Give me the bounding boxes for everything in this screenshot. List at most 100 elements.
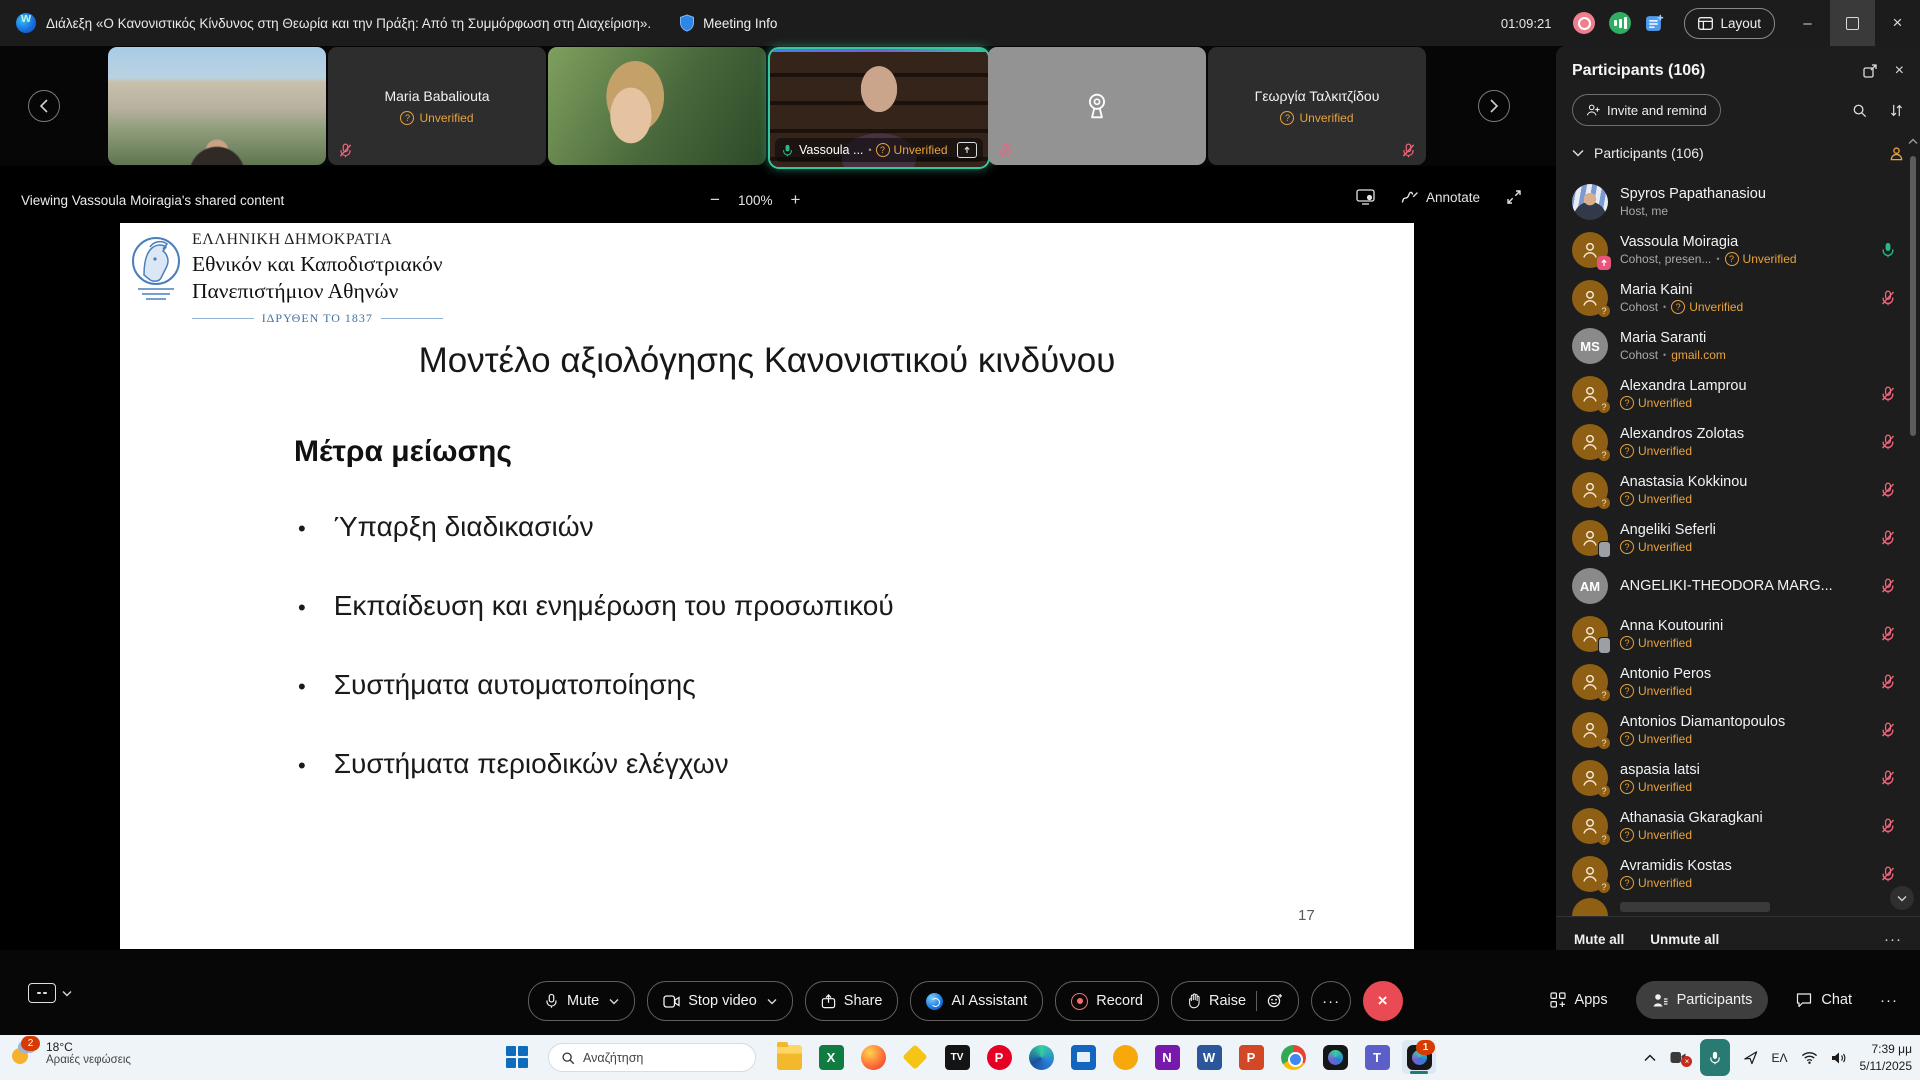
taskbar-app-edge[interactable] (1024, 1040, 1058, 1074)
unmute-all-button[interactable]: Unmute all (1650, 932, 1719, 947)
annotate-button[interactable]: Annotate (1401, 190, 1480, 205)
participants-section-header[interactable]: Participants (106) (1556, 136, 1920, 170)
invite-and-remind-button[interactable]: Invite and remind (1572, 94, 1721, 126)
reactions-smiley-icon[interactable] (1267, 993, 1283, 1009)
search-participants-icon[interactable] (1852, 103, 1867, 118)
taskbar-app-cal[interactable] (1066, 1040, 1100, 1074)
taskbar-app-gem[interactable] (898, 1040, 932, 1074)
participant-mic-icon[interactable] (1880, 674, 1896, 690)
filmstrip-next-button[interactable] (1478, 90, 1510, 122)
taskbar-app-amber[interactable] (1108, 1040, 1142, 1074)
meeting-info-button[interactable]: Meeting Info (703, 16, 777, 31)
microphone-active-button[interactable] (1700, 1039, 1731, 1076)
participant-row[interactable]: ? Antonio Peros ? Unverified (1556, 658, 1910, 706)
scroll-down-button[interactable] (1890, 886, 1914, 910)
participant-mic-icon[interactable] (1880, 626, 1896, 642)
tray-overflow-chevron-icon[interactable] (1644, 1053, 1656, 1062)
participant-mic-icon[interactable] (1880, 578, 1896, 594)
participant-row[interactable]: Angeliki Seferli ? Unverified (1556, 514, 1910, 562)
close-button[interactable]: × (1875, 0, 1920, 46)
taskbar-app-word[interactable]: W (1192, 1040, 1226, 1074)
leave-meeting-button[interactable]: × (1363, 981, 1404, 1021)
participant-mic-icon[interactable] (1880, 770, 1896, 786)
ai-assistant-button[interactable]: AI Assistant (910, 981, 1044, 1021)
camera-off-tray-icon[interactable]: × (1669, 1051, 1693, 1067)
video-tile-georgia[interactable]: Γεωργία Ταλκιτζίδου ? Unverified (1208, 47, 1426, 165)
sort-participants-icon[interactable] (1889, 103, 1904, 118)
participant-row[interactable]: Anna Koutourini ? Unverified (1556, 610, 1910, 658)
participant-row[interactable]: ? Alexandra Lamprou ? Unverified (1556, 370, 1910, 418)
participant-mic-icon[interactable] (1880, 386, 1896, 402)
expand-content-icon[interactable] (1506, 189, 1522, 205)
record-button[interactable]: Record (1055, 981, 1159, 1021)
video-tile-maria-babaliouta[interactable]: Maria Babaliouta ? Unverified (328, 47, 546, 165)
participant-row-clipped[interactable] (1556, 898, 1910, 916)
participant-mic-icon[interactable] (1880, 530, 1896, 546)
closed-captions-button[interactable] (28, 983, 72, 1003)
taskbar-app-excel[interactable]: X (814, 1040, 848, 1074)
start-button[interactable] (506, 1046, 528, 1068)
taskbar-app-tv[interactable]: TV (940, 1040, 974, 1074)
participant-mic-icon[interactable] (1880, 722, 1896, 738)
notes-icon[interactable] (1645, 14, 1664, 33)
raise-hand-button[interactable]: Raise (1171, 981, 1300, 1021)
zoom-in-button[interactable]: + (790, 190, 800, 210)
zoom-out-button[interactable]: − (710, 190, 720, 210)
participant-row[interactable]: Vassoula Moiragia Cohost, presen... • ? Un… (1556, 226, 1910, 274)
participant-row[interactable]: ? Avramidis Kostas ? Unverified (1556, 850, 1910, 898)
taskbar-app-pin[interactable]: P (982, 1040, 1016, 1074)
panel-more-button[interactable]: ··· (1884, 931, 1902, 948)
participant-mic-icon[interactable] (1880, 434, 1896, 450)
recording-indicator-icon[interactable] (1573, 12, 1596, 34)
participants-button[interactable]: Participants (1635, 981, 1769, 1019)
video-tile-vassoula-active-speaker[interactable]: Vassoula ... •? Unverified (768, 47, 990, 169)
mute-all-button[interactable]: Mute all (1574, 932, 1624, 947)
participant-row[interactable]: ? Alexandros Zolotas ? Unverified (1556, 418, 1910, 466)
more-options-button[interactable]: ··· (1311, 981, 1352, 1021)
mute-button[interactable]: Mute (528, 981, 636, 1021)
taskbar-app-onenote[interactable]: N (1150, 1040, 1184, 1074)
wifi-icon[interactable] (1801, 1051, 1818, 1064)
taskbar-app-teams[interactable]: T (1360, 1040, 1394, 1074)
participant-mic-icon[interactable] (1880, 482, 1896, 498)
popout-panel-icon[interactable] (1863, 64, 1877, 78)
participant-mic-icon[interactable] (1880, 242, 1896, 258)
connection-quality-icon[interactable] (1609, 12, 1632, 34)
taskbar-search[interactable]: Αναζήτηση (548, 1043, 756, 1072)
participant-row[interactable]: MS Maria Saranti Cohost • gmail.com (1556, 322, 1910, 370)
close-panel-icon[interactable]: × (1895, 62, 1904, 80)
participant-row[interactable]: ? Athanasia Gkaragkani ? Unverified (1556, 802, 1910, 850)
share-button[interactable]: Share (804, 981, 899, 1021)
chevron-down-icon[interactable] (767, 998, 777, 1005)
layout-button[interactable]: Layout (1684, 7, 1775, 39)
participant-row[interactable]: ? aspasia latsi ? Unverified (1556, 754, 1910, 802)
participant-mic-icon[interactable] (1880, 866, 1896, 882)
taskbar-app-ppt[interactable]: P (1234, 1040, 1268, 1074)
stop-video-button[interactable]: Stop video (647, 981, 793, 1021)
video-tile-3[interactable] (548, 47, 766, 165)
video-tile-1[interactable] (108, 47, 326, 165)
restore-button[interactable] (1830, 0, 1875, 46)
participant-row[interactable]: AM ANGELIKI-THEODORA MARG... (1556, 562, 1910, 610)
share-to-device-icon[interactable] (1356, 189, 1375, 205)
weather-widget[interactable]: 2 18°C Αραιές νεφώσεις (10, 1036, 131, 1067)
minimize-button[interactable]: – (1785, 0, 1830, 46)
volume-icon[interactable] (1831, 1051, 1847, 1065)
participant-row[interactable]: ? Anastasia Kokkinou ? Unverified (1556, 466, 1910, 514)
participant-row[interactable]: ? Maria Kaini Cohost • ? Unverified (1556, 274, 1910, 322)
taskbar-app-chrome[interactable] (1276, 1040, 1310, 1074)
participant-mic-icon[interactable] (1880, 290, 1896, 306)
more-panels-button[interactable]: ··· (1880, 992, 1898, 1009)
chevron-down-icon[interactable] (609, 998, 619, 1005)
participants-scrollbar[interactable] (1910, 156, 1916, 436)
apps-button[interactable]: Apps (1549, 992, 1608, 1008)
taskbar-app-webex[interactable] (1318, 1040, 1352, 1074)
filmstrip-prev-button[interactable] (28, 90, 60, 122)
taskbar-app-webex2[interactable]: 1 (1402, 1040, 1436, 1074)
chat-button[interactable]: Chat (1796, 992, 1852, 1008)
taskbar-clock[interactable]: 7:39 μμ 5/11/2025 (1860, 1041, 1913, 1073)
participant-row[interactable]: Spyros Papathanasiou Host, me (1556, 178, 1910, 226)
taskbar-app-firefox[interactable] (856, 1040, 890, 1074)
participant-row[interactable]: ? Antonios Diamantopoulos ? Unverified (1556, 706, 1910, 754)
taskbar-app-explorer[interactable] (772, 1040, 806, 1074)
